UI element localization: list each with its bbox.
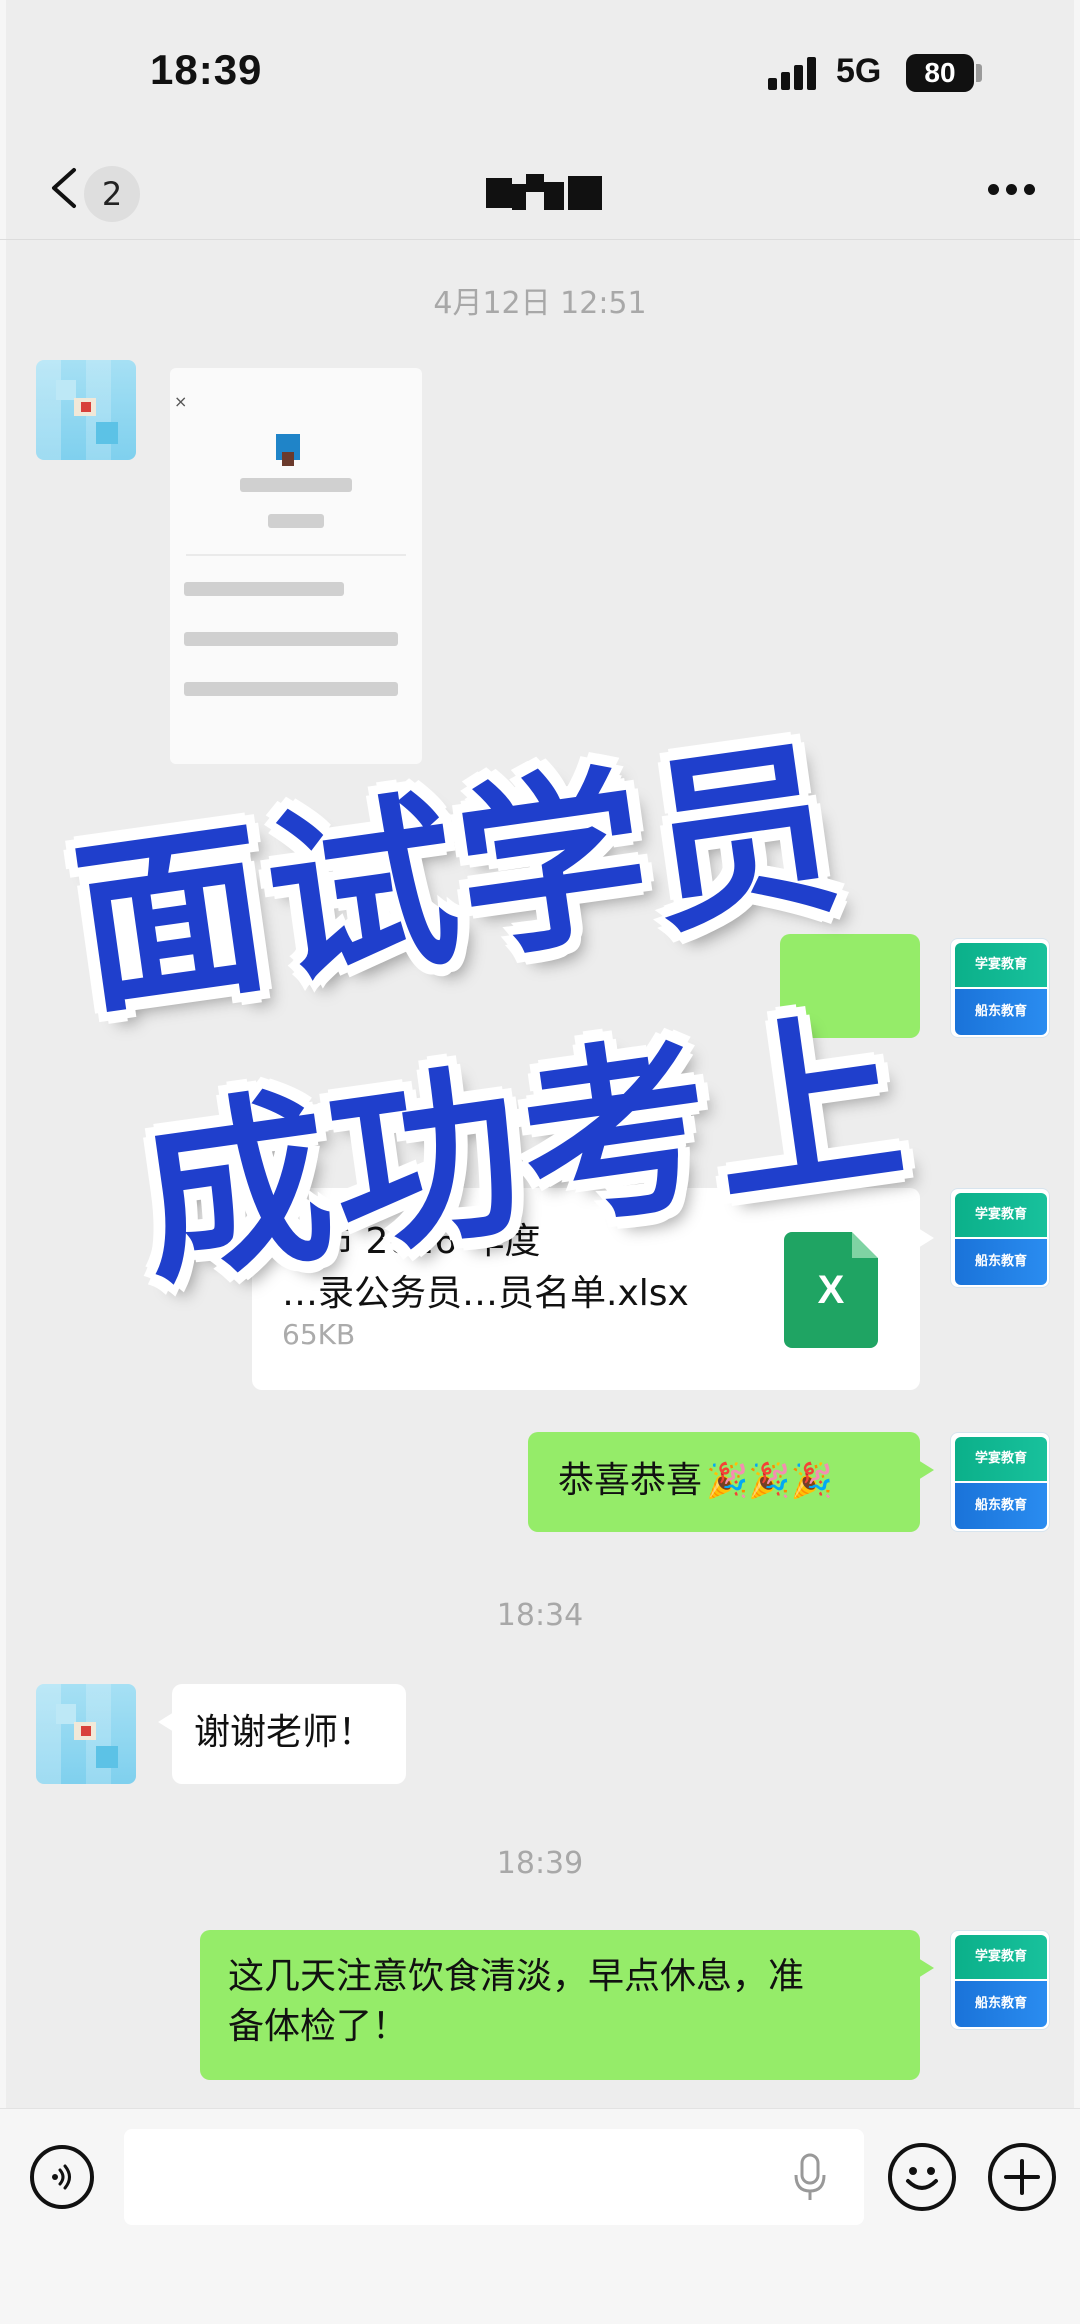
peer-avatar[interactable] — [36, 1684, 136, 1784]
congrats-message[interactable]: 恭喜恭喜 🎉🎉🎉 — [528, 1432, 934, 1532]
thanks-message[interactable]: 谢谢老师！ — [158, 1684, 406, 1784]
status-time: 18:39 — [150, 46, 263, 93]
overlay-line-1: 面试学员 — [63, 717, 855, 1042]
blurred-card-message[interactable]: × — [170, 368, 422, 764]
file-message[interactable]: …市 2026 年度 …录公务员…员名单.xlsx 65KB X — [252, 1188, 934, 1390]
message-input[interactable] — [124, 2129, 864, 2225]
plus-icon[interactable] — [988, 2143, 1056, 2211]
unread-count-badge[interactable]: 2 — [84, 166, 140, 222]
peer-avatar[interactable] — [36, 360, 136, 460]
status-bar: 18:39 5G 80 — [0, 0, 1080, 140]
self-avatar[interactable]: 学宴教育 船东教育 — [950, 1930, 1050, 2030]
advice-message[interactable]: 这几天注意饮食清淡，早点休息，准 备体检了！ — [200, 1930, 934, 2080]
more-icon[interactable] — [988, 184, 1036, 196]
voice-icon[interactable] — [30, 2145, 94, 2209]
timestamp: 4月12日 12:51 — [433, 286, 647, 321]
excel-file-icon: X — [784, 1232, 878, 1348]
signal-icon — [768, 56, 820, 90]
frame-edge-left — [0, 0, 6, 2324]
battery-cap — [976, 64, 982, 82]
network-label: 5G — [836, 52, 882, 90]
timestamp: 18:39 — [496, 1846, 584, 1881]
emoji-icon[interactable] — [888, 2143, 956, 2211]
mic-icon[interactable] — [792, 2153, 828, 2203]
file-name: …市 2026 年度 …录公务员…员名单.xlsx — [282, 1221, 689, 1314]
chat-header: 2 — [0, 140, 1080, 240]
self-avatar[interactable]: 学宴教育 船东教育 — [950, 938, 1050, 1038]
chat-title-redacted — [486, 174, 604, 210]
self-message-partial[interactable] — [780, 934, 920, 1038]
self-avatar[interactable]: 学宴教育 船东教育 — [950, 1188, 1050, 1288]
file-size: 65KB — [282, 1318, 356, 1351]
party-popper-icon: 🎉🎉🎉 — [706, 1461, 834, 1501]
frame-edge-right — [1074, 0, 1080, 2324]
input-bar — [0, 2108, 1080, 2324]
battery-icon: 80 — [906, 54, 974, 92]
self-avatar[interactable]: 学宴教育 船东教育 — [950, 1432, 1050, 1532]
back-chevron-icon[interactable] — [48, 166, 80, 210]
timestamp: 18:34 — [496, 1598, 584, 1633]
